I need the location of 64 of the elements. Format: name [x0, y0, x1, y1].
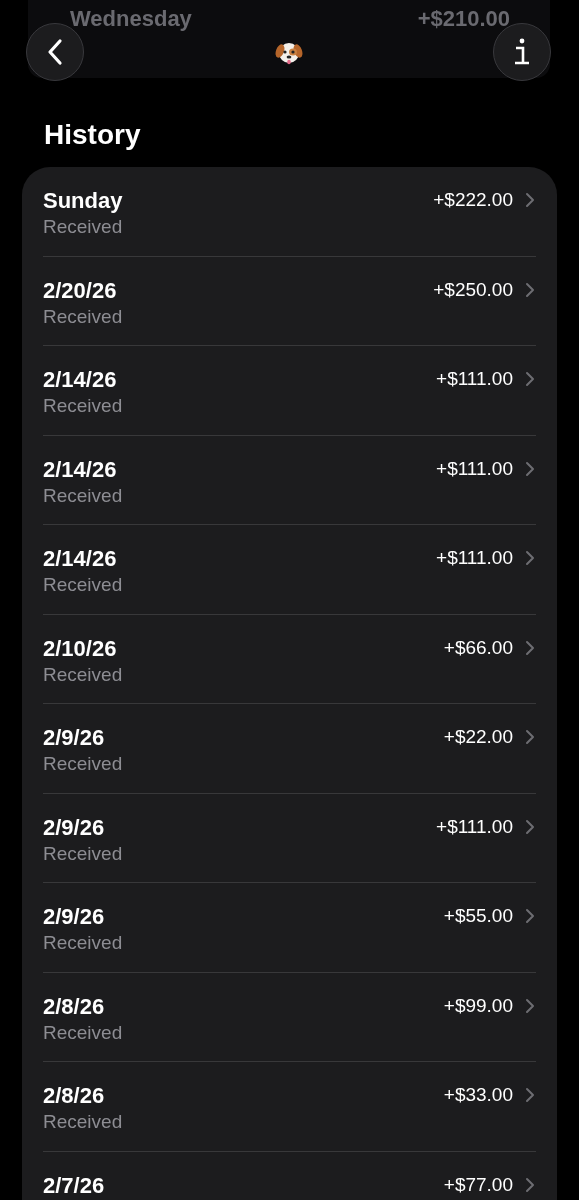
- transaction-row[interactable]: Sunday Received +$222.00: [43, 167, 536, 256]
- transaction-row[interactable]: 2/7/26 +$77.00: [43, 1151, 536, 1200]
- transaction-amount: +$55.00: [443, 904, 513, 928]
- chevron-right-icon: [525, 908, 535, 924]
- transaction-status: Received: [43, 662, 124, 687]
- transaction-row[interactable]: 2/14/26 Received +$111.00: [43, 346, 536, 435]
- transaction-row[interactable]: 2/14/26 Received +$111.00: [43, 435, 536, 524]
- transaction-status: Received: [43, 752, 124, 776]
- transaction-status: Received: [43, 304, 124, 329]
- transaction-status: Received: [43, 841, 124, 866]
- transaction-date: 2/20/26: [43, 276, 118, 305]
- chevron-right-icon: [525, 639, 535, 656]
- blurred-amount: +$210.00: [417, 6, 510, 33]
- transaction-date: Sunday: [43, 187, 124, 215]
- back-chevron-icon: [46, 38, 64, 66]
- transaction-date: 2/14/26: [43, 366, 118, 394]
- transaction-row[interactable]: 2/20/26 Received +$250.00: [43, 256, 536, 345]
- transaction-status: Received: [43, 1020, 124, 1045]
- chevron-right-icon: [525, 729, 535, 745]
- transaction-amount: +$99.00: [443, 993, 513, 1018]
- chevron-right-icon: [525, 818, 535, 835]
- chevron-right-icon: [525, 1087, 535, 1103]
- transaction-row[interactable]: 2/14/26 Received +$111.00: [43, 525, 536, 614]
- chevron-right-icon: [525, 460, 535, 477]
- transaction-amount: +$111.00: [436, 456, 513, 481]
- blurred-title: Wednesday: [70, 6, 192, 33]
- transaction-status: Received: [43, 483, 124, 508]
- transaction-row[interactable]: 2/10/26 Received +$66.00: [43, 614, 536, 703]
- transaction-amount: +$111.00: [436, 367, 513, 391]
- chevron-right-icon: [525, 371, 535, 387]
- transaction-status: Received: [43, 394, 124, 418]
- transaction-amount: +$250.00: [433, 277, 513, 302]
- chevron-right-icon: [525, 1176, 535, 1193]
- transaction-amount: +$22.00: [443, 725, 513, 749]
- transaction-date: 2/8/26: [43, 1082, 106, 1110]
- transaction-status: Received: [43, 215, 124, 239]
- transaction-amount: +$111.00: [436, 546, 513, 570]
- transaction-status: Received: [43, 931, 124, 955]
- transaction-row[interactable]: 2/9/26 Received +$55.00: [43, 883, 536, 972]
- transaction-date: 2/7/26: [43, 1171, 106, 1200]
- transaction-date: 2/14/26: [43, 455, 118, 484]
- transaction-status: Received: [43, 573, 124, 597]
- transaction-date: 2/14/26: [43, 545, 118, 573]
- transaction-amount: +$222.00: [433, 188, 513, 212]
- chevron-right-icon: [525, 997, 535, 1014]
- chevron-right-icon: [525, 550, 535, 566]
- info-icon: [512, 37, 532, 67]
- transaction-row[interactable]: 2/8/26 Received +$33.00: [43, 1062, 536, 1151]
- transaction-amount: +$33.00: [443, 1083, 513, 1107]
- transaction-date: 2/9/26: [43, 813, 106, 842]
- transaction-row[interactable]: 2/9/26 Received +$111.00: [43, 793, 536, 882]
- section-heading: History: [43, 118, 142, 152]
- transaction-date: 2/9/26: [43, 903, 106, 931]
- transaction-amount: +$77.00: [443, 1172, 513, 1197]
- transaction-row[interactable]: 2/8/26 Received +$99.00: [43, 972, 536, 1061]
- transaction-date: 2/10/26: [43, 634, 118, 663]
- transaction-amount: +$111.00: [436, 814, 513, 839]
- transaction-status: Received: [43, 1110, 124, 1134]
- chevron-right-icon: [525, 281, 535, 298]
- transaction-amount: +$66.00: [443, 635, 513, 660]
- chevron-right-icon: [525, 192, 535, 208]
- transaction-date: 2/9/26: [43, 724, 106, 752]
- transaction-date: 2/8/26: [43, 992, 106, 1021]
- transaction-row[interactable]: 2/9/26 Received +$22.00: [43, 704, 536, 793]
